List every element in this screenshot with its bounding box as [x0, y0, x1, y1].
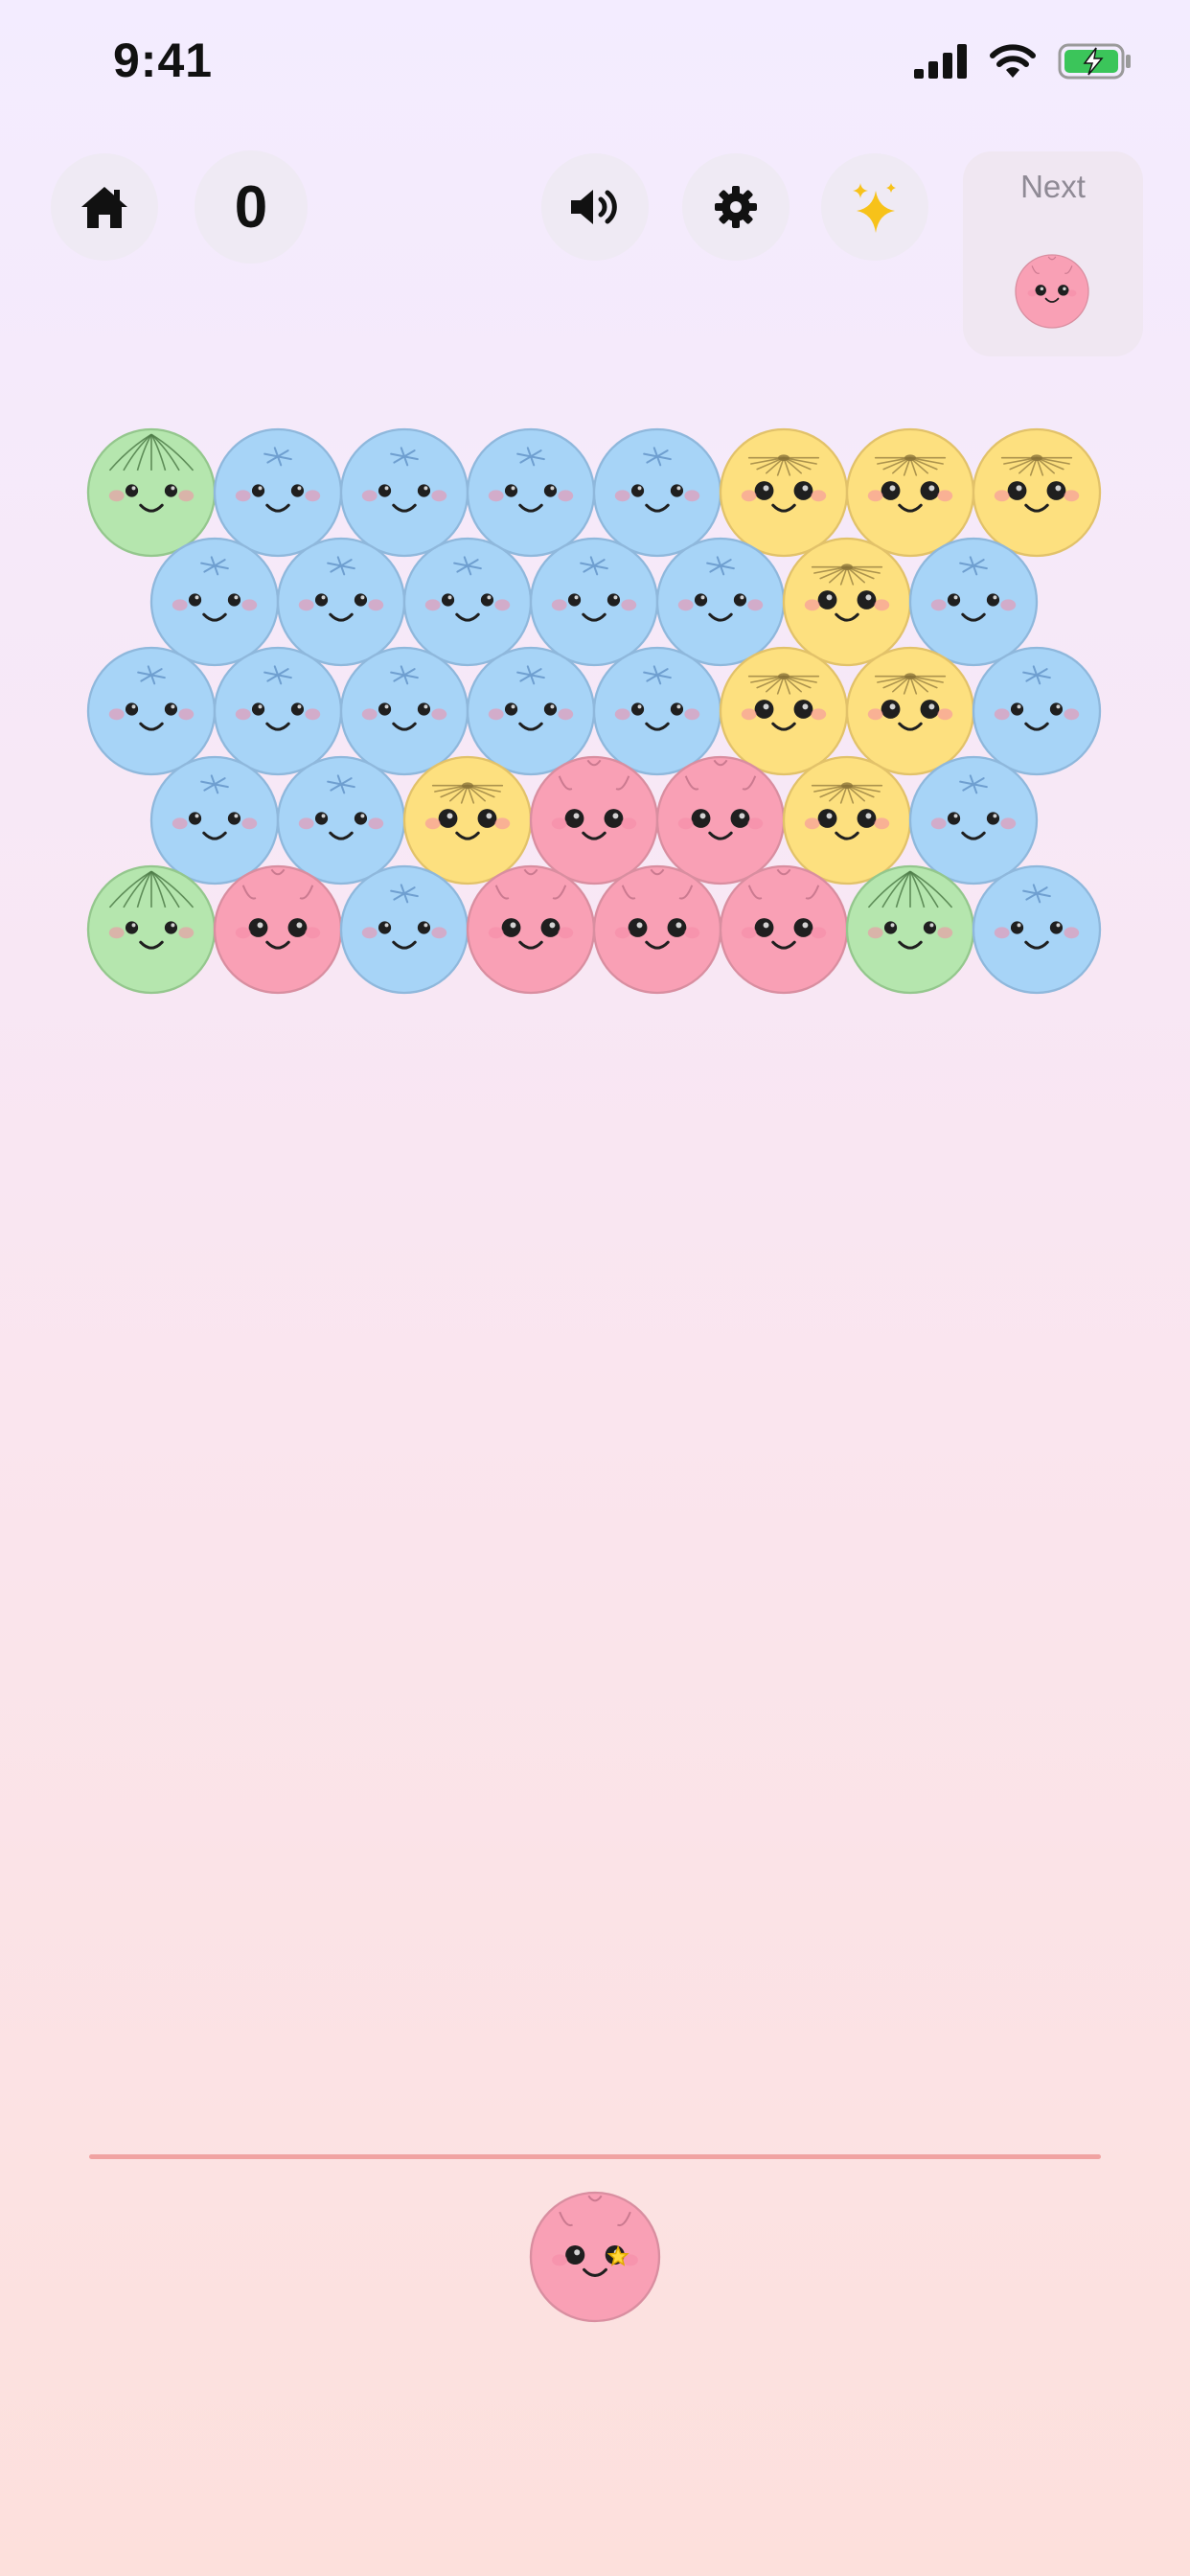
bubble-blue — [339, 646, 469, 776]
bubble-blue — [466, 427, 596, 558]
bubble-blue — [592, 646, 722, 776]
bubble-blue — [149, 537, 280, 667]
status-time: 9:41 — [113, 34, 214, 87]
bubble-blue — [402, 537, 533, 667]
bubble-pink — [466, 864, 596, 995]
danger-line — [89, 2154, 1101, 2159]
bubble-blue — [972, 646, 1102, 776]
bubble-board — [86, 254, 1102, 2323]
bubble-blue — [213, 646, 343, 776]
bubble-blue — [466, 646, 596, 776]
bubble-pink — [213, 864, 343, 995]
bubble-blue — [149, 755, 280, 886]
bubble-green — [845, 864, 975, 995]
bubble-blue — [655, 537, 786, 667]
bubble-yellow — [782, 537, 912, 667]
home-icon — [81, 187, 127, 228]
bubble-blue — [908, 755, 1039, 886]
gear-icon — [715, 186, 757, 228]
bubble-green — [86, 427, 217, 558]
sparkles-icon — [853, 183, 896, 233]
next-bubble-card: Next — [963, 151, 1143, 356]
signal-icon — [914, 44, 967, 79]
bubble-blue — [592, 427, 722, 558]
bubble-blue — [972, 864, 1102, 995]
bubble-blue — [339, 427, 469, 558]
bubble-yellow — [402, 755, 533, 886]
shooter-bubble[interactable] — [529, 2191, 661, 2323]
bubble-blue — [213, 427, 343, 558]
speaker-icon — [571, 190, 617, 224]
bubble-pink — [529, 755, 659, 886]
settings-button[interactable] — [682, 153, 790, 261]
bubble-pink — [655, 755, 786, 886]
next-label: Next — [1020, 169, 1086, 204]
home-button[interactable] — [51, 153, 158, 261]
bubble-yellow — [719, 646, 849, 776]
bubble-yellow — [782, 755, 912, 886]
bubble-yellow — [719, 427, 849, 558]
score-display: 0 — [195, 150, 308, 264]
powerup-button[interactable] — [821, 153, 928, 261]
bubble-yellow — [845, 427, 975, 558]
bubble-pink — [719, 864, 849, 995]
bubble-yellow — [972, 427, 1102, 558]
battery-charging-icon — [1058, 43, 1131, 80]
sound-button[interactable] — [541, 153, 649, 261]
bubble-pink — [592, 864, 722, 995]
status-icons — [914, 42, 1133, 80]
bubble-blue — [276, 537, 406, 667]
bubble-blue — [86, 646, 217, 776]
bubble-blue — [908, 537, 1039, 667]
bubble-blue — [276, 755, 406, 886]
bubble-green — [86, 864, 217, 995]
bubble-yellow — [845, 646, 975, 776]
bubble-blue — [339, 864, 469, 995]
bubble-blue — [529, 537, 659, 667]
wifi-icon — [990, 44, 1036, 78]
